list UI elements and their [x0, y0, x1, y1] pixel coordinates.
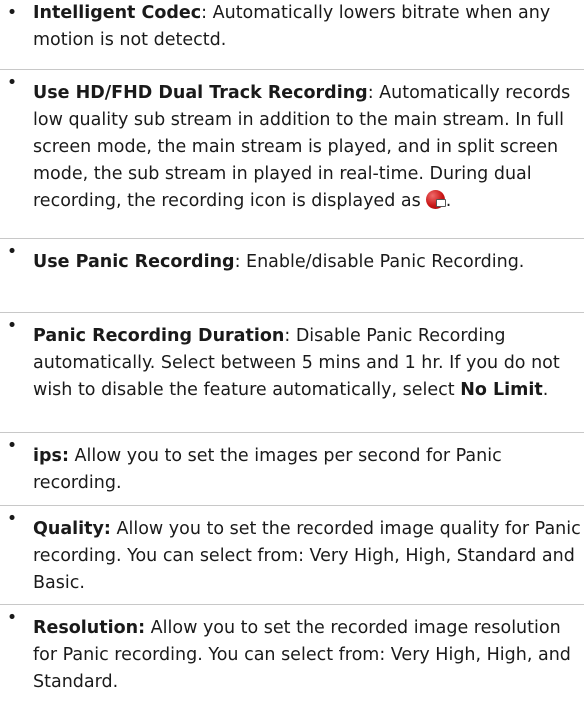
item-term: Resolution: — [33, 618, 146, 638]
bullet: • — [6, 608, 18, 628]
item-term: ips: — [33, 446, 69, 466]
bullet: • — [6, 436, 18, 456]
item-separator: : — [367, 83, 380, 103]
bullet: • — [6, 316, 18, 336]
list-item-intelligent-codec: • Intelligent Codec: Automatically lower… — [0, 0, 584, 70]
item-term: Panic Recording Duration — [33, 326, 285, 346]
item-term: Quality: — [33, 519, 111, 539]
item-description-end: . — [445, 191, 452, 211]
list-item-ips: • ips: Allow you to set the images per s… — [0, 433, 584, 506]
bullet: • — [6, 73, 18, 93]
item-separator: : — [201, 3, 213, 23]
list-item-resolution: • Resolution: Allow you to set the recor… — [0, 605, 584, 704]
item-term: Intelligent Codec — [33, 3, 202, 23]
item-description: Allow you to set the images per second f… — [33, 446, 502, 493]
document-page: • Intelligent Codec: Automatically lower… — [0, 0, 584, 718]
bullet: • — [6, 242, 18, 262]
list-item-quality: • Quality: Allow you to set the recorded… — [0, 506, 584, 605]
feature-list: • Intelligent Codec: Automatically lower… — [0, 0, 584, 704]
item-separator: : — [284, 326, 296, 346]
item-term: Use Panic Recording — [33, 252, 235, 272]
list-item-dual-track-recording: • Use HD/FHD Dual Track Recording: Autom… — [0, 70, 584, 239]
dual-recording-icon — [425, 190, 446, 209]
list-item-panic-recording-duration: • Panic Recording Duration: Disable Pani… — [0, 313, 584, 433]
list-item-use-panic-recording: • Use Panic Recording: Enable/disable Pa… — [0, 239, 584, 313]
bullet: • — [6, 3, 18, 23]
item-description-end: . — [542, 380, 549, 400]
item-separator: : — [234, 252, 247, 272]
item-description: Enable/disable Panic Recording. — [246, 252, 525, 272]
item-term-no-limit: No Limit — [460, 380, 543, 400]
bullet: • — [6, 509, 18, 529]
item-term: Use HD/FHD Dual Track Recording — [33, 83, 368, 103]
